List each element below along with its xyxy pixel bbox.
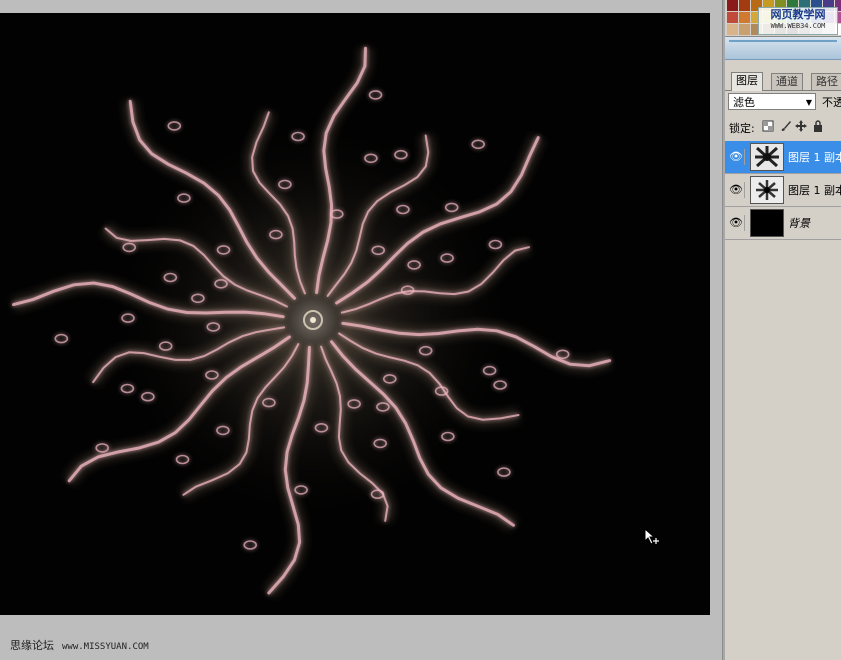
document-canvas[interactable] [0,13,710,615]
glow-loop [471,139,486,150]
glow-loop [54,333,69,344]
color-swatch[interactable] [727,12,738,23]
move-cursor-icon [644,528,662,546]
site-logo: 网页教学网 WWW.WEB34.COM [758,7,838,35]
layer-row[interactable]: 👁 图层 1 副本 [725,174,841,207]
forum-name: 思缘论坛 [10,639,54,652]
lock-row: 锁定: [725,118,841,138]
layer-name: 图层 1 副本 [788,184,841,197]
color-swatch[interactable] [727,24,738,35]
visibility-eye-icon[interactable]: 👁 [728,182,745,198]
layer-thumbnail [750,209,784,237]
visibility-eye-icon[interactable]: 👁 [728,149,745,165]
color-swatch[interactable] [727,0,738,11]
tab-channels[interactable]: 通道 [771,73,803,90]
layer-name: 背景 [788,217,810,230]
glow-loop [497,467,511,477]
move-lock-icon[interactable] [795,120,807,132]
layer-name: 图层 1 副本 [788,151,841,164]
document-workspace: 思缘论坛 www.MISSYUAN.COM [0,0,722,660]
site-url: WWW.WEB34.COM [770,22,826,30]
layer-row[interactable]: 👁 图层 1 副本 [725,141,841,174]
layers-list: 👁 图层 1 副本 👁 图层 1 副本 👁 背景 [725,141,841,240]
color-swatch[interactable] [739,0,750,11]
blend-mode-value: 滤色 [733,96,755,109]
layers-panel-tabs: 图层 通道 路径 [725,70,841,91]
tab-layers[interactable]: 图层 [731,72,763,91]
glow-loop [243,540,257,550]
blend-mode-select[interactable]: 滤色 ▼ [728,93,816,110]
color-swatch[interactable] [739,12,750,23]
layer-row[interactable]: 👁 背景 [725,207,841,240]
layer-thumbnail [750,143,784,171]
lock-label: 锁定: [729,122,755,135]
panel-title-bar[interactable] [725,36,841,60]
glow-loop [167,121,182,131]
fractal-artwork [11,46,612,598]
glow-loop [368,90,383,100]
forum-watermark: 思缘论坛 www.MISSYUAN.COM [10,637,149,653]
chevron-down-icon: ▼ [805,98,812,107]
blend-row: 滤色 ▼ 不透 [725,92,841,114]
tab-paths[interactable]: 路径 [811,73,841,90]
layers-panel-empty-area [725,240,841,660]
layer-thumbnail [750,176,784,204]
right-panels: 网页教学网 WWW.WEB34.COM 图层 通道 路径 滤色 ▼ 不透 锁定:… [725,0,841,660]
color-swatch[interactable] [739,24,750,35]
brush-lock-icon[interactable] [780,120,792,132]
transparency-lock-icon[interactable] [762,120,774,132]
forum-url: www.MISSYUAN.COM [62,642,149,652]
padlock-icon[interactable] [812,120,824,132]
opacity-label: 不透 [822,96,841,109]
site-name: 网页教学网 [770,8,826,21]
visibility-eye-icon[interactable]: 👁 [728,215,745,231]
